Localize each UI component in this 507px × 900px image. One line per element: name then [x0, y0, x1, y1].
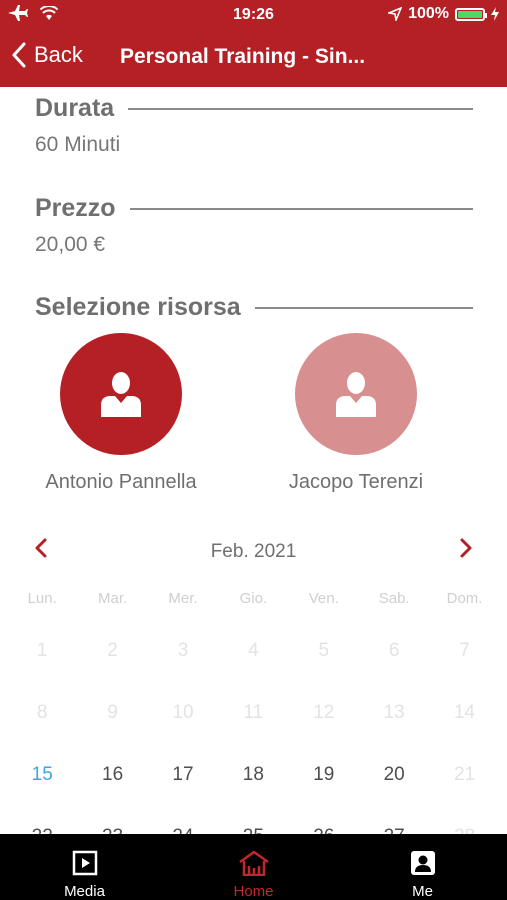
calendar-day: 14 — [453, 702, 476, 723]
media-icon — [72, 850, 97, 876]
price-header: Prezzo — [35, 194, 473, 223]
calendar-day: 13 — [383, 702, 405, 723]
duration-header: Durata — [35, 94, 473, 123]
tab-label: Me — [412, 883, 433, 900]
charging-icon — [491, 7, 499, 21]
resource-name: Antonio Pannella — [45, 471, 197, 493]
battery-percent: 100% — [408, 5, 449, 22]
person-icon — [101, 372, 141, 417]
calendar-header: Feb. 2021 — [0, 533, 507, 569]
tab-label: Media — [64, 883, 105, 900]
calendar-day: 21 — [453, 764, 476, 785]
calendar-day: 4 — [248, 640, 259, 661]
person-icon — [336, 372, 376, 417]
calendar-day: 1 — [36, 640, 48, 661]
battery-icon — [455, 7, 487, 21]
calendar-day: 10 — [172, 702, 194, 723]
calendar-day: 9 — [107, 702, 118, 723]
resource-label: Selezione risorsa — [35, 293, 241, 321]
calendar-day[interactable]: 17 — [148, 764, 218, 786]
chevron-left-icon — [12, 42, 26, 68]
calendar-day: 2 — [107, 640, 118, 661]
status-bar: 19:26 100% — [0, 0, 507, 30]
calendar-day: 7 — [459, 640, 470, 661]
divider — [254, 306, 473, 309]
weekday-header: Lun. Mar. Mer. Gio. Ven. Sab. Dom. — [7, 590, 500, 607]
battery-fill — [458, 10, 482, 18]
calendar-day[interactable]: 16 — [77, 764, 147, 786]
resource-item[interactable]: Jacopo Terenzi — [246, 333, 466, 494]
status-right: 100% — [388, 5, 499, 23]
calendar-day: 3 — [177, 640, 189, 661]
calendar-day: 11 — [243, 702, 264, 723]
weekday-label: Ven. — [308, 590, 339, 607]
weekday-label: Gio. — [239, 590, 268, 607]
resource-avatar[interactable] — [295, 333, 417, 455]
calendar-month: Feb. 2021 — [210, 541, 297, 562]
calendar-day-today[interactable]: 15 — [7, 764, 77, 786]
duration-value: 60 Minuti — [35, 133, 121, 156]
duration-section: Durata 60 Minuti — [35, 94, 473, 157]
calendar-week: 8 9 10 11 12 13 14 — [7, 702, 500, 724]
calendar-day[interactable]: 19 — [289, 764, 359, 786]
battery-cap — [485, 12, 487, 18]
price-value: 20,00 € — [35, 233, 106, 256]
tab-home[interactable]: Home — [169, 834, 338, 900]
tab-label: Home — [233, 883, 274, 900]
tab-media[interactable]: Media — [0, 834, 169, 900]
price-section: Prezzo 20,00 € — [35, 194, 473, 257]
weekday-label: Mer. — [168, 590, 198, 607]
calendar-day: 8 — [36, 702, 48, 723]
resource-section: Selezione risorsa — [35, 293, 473, 322]
weekday-label: Sab. — [378, 590, 410, 607]
home-icon — [238, 850, 269, 877]
divider — [128, 107, 473, 110]
next-month-button[interactable] — [459, 537, 473, 559]
weekday-label: Mar. — [97, 590, 128, 607]
calendar-week: 1 2 3 4 5 6 7 — [7, 640, 500, 662]
resource-name: Jacopo Terenzi — [288, 471, 424, 493]
resource-item[interactable]: Antonio Pannella — [11, 333, 231, 494]
calendar-week: 15 16 17 18 19 20 21 — [7, 764, 500, 786]
calendar-day[interactable]: 20 — [359, 764, 429, 786]
back-label: Back — [34, 42, 83, 67]
tab-bar: Media Home Me — [0, 834, 507, 900]
resource-header: Selezione risorsa — [35, 293, 473, 322]
calendar-day: 5 — [318, 640, 330, 661]
price-label: Prezzo — [35, 194, 116, 222]
duration-label: Durata — [35, 94, 115, 122]
resource-avatar[interactable] — [60, 333, 182, 455]
weekday-label: Lun. — [27, 590, 57, 607]
back-button[interactable]: Back — [12, 42, 83, 68]
calendar-day: 6 — [388, 640, 400, 661]
tab-me[interactable]: Me — [338, 834, 507, 900]
divider — [129, 207, 473, 210]
page-title: Personal Training - Sin... — [120, 45, 366, 68]
location-icon — [388, 7, 403, 21]
calendar-day: 12 — [313, 702, 335, 723]
user-icon — [410, 851, 435, 875]
weekday-label: Dom. — [446, 590, 483, 607]
nav-bar: Back Personal Training - Sin... — [0, 30, 507, 87]
calendar-day[interactable]: 18 — [218, 764, 288, 786]
app-header: 19:26 100% Back Personal Training - Sin.… — [0, 0, 507, 87]
